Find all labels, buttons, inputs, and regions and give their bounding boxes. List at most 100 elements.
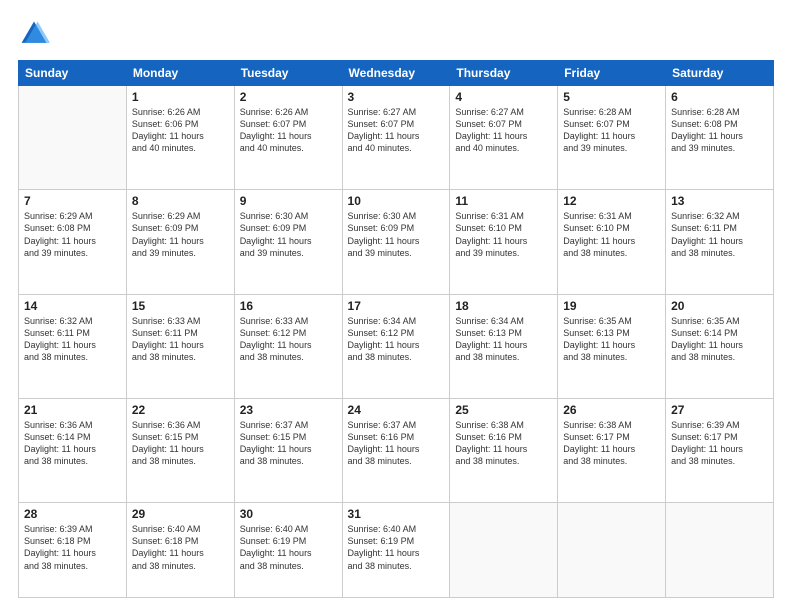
day-number: 17: [348, 299, 445, 313]
calendar-header-tuesday: Tuesday: [234, 61, 342, 86]
calendar-cell: 9 Sunrise: 6:30 AM Sunset: 6:09 PM Daylig…: [234, 190, 342, 294]
day-number: 19: [563, 299, 660, 313]
day-info: Sunrise: 6:27 AM Sunset: 6:07 PM Dayligh…: [455, 106, 552, 155]
day-number: 9: [240, 194, 337, 208]
day-number: 7: [24, 194, 121, 208]
day-number: 14: [24, 299, 121, 313]
day-number: 1: [132, 90, 229, 104]
day-number: 3: [348, 90, 445, 104]
day-number: 22: [132, 403, 229, 417]
day-number: 5: [563, 90, 660, 104]
day-number: 27: [671, 403, 768, 417]
page: SundayMondayTuesdayWednesdayThursdayFrid…: [0, 0, 792, 612]
day-info: Sunrise: 6:39 AM Sunset: 6:17 PM Dayligh…: [671, 419, 768, 468]
calendar-cell: 30 Sunrise: 6:40 AM Sunset: 6:19 PM Dayli…: [234, 503, 342, 598]
calendar-cell: 2 Sunrise: 6:26 AM Sunset: 6:07 PM Daylig…: [234, 86, 342, 190]
day-number: 18: [455, 299, 552, 313]
day-number: 21: [24, 403, 121, 417]
day-number: 25: [455, 403, 552, 417]
calendar-cell: 13 Sunrise: 6:32 AM Sunset: 6:11 PM Dayli…: [666, 190, 774, 294]
calendar-cell: 27 Sunrise: 6:39 AM Sunset: 6:17 PM Dayli…: [666, 398, 774, 502]
calendar-header-row: SundayMondayTuesdayWednesdayThursdayFrid…: [19, 61, 774, 86]
day-number: 28: [24, 507, 121, 521]
calendar-week-5: 28Sunrise: 6:39 AM Sunset: 6:18 PM Dayli…: [19, 503, 774, 598]
calendar-header-thursday: Thursday: [450, 61, 558, 86]
day-info: Sunrise: 6:31 AM Sunset: 6:10 PM Dayligh…: [455, 210, 552, 259]
calendar-week-1: 1 Sunrise: 6:26 AM Sunset: 6:06 PM Daylig…: [19, 86, 774, 190]
day-number: 4: [455, 90, 552, 104]
day-info: Sunrise: 6:30 AM Sunset: 6:09 PM Dayligh…: [240, 210, 337, 259]
day-number: 8: [132, 194, 229, 208]
calendar-cell: 20 Sunrise: 6:35 AM Sunset: 6:14 PM Dayli…: [666, 294, 774, 398]
calendar-cell: [666, 503, 774, 598]
day-info: Sunrise: 6:37 AM Sunset: 6:15 PM Dayligh…: [240, 419, 337, 468]
calendar-header-saturday: Saturday: [666, 61, 774, 86]
day-number: 13: [671, 194, 768, 208]
day-number: 16: [240, 299, 337, 313]
day-number: 30: [240, 507, 337, 521]
calendar-cell: 23 Sunrise: 6:37 AM Sunset: 6:15 PM Dayli…: [234, 398, 342, 502]
day-info: Sunrise: 6:38 AM Sunset: 6:16 PM Dayligh…: [455, 419, 552, 468]
calendar-cell: 8 Sunrise: 6:29 AM Sunset: 6:09 PM Daylig…: [126, 190, 234, 294]
day-info: Sunrise: 6:29 AM Sunset: 6:08 PM Dayligh…: [24, 210, 121, 259]
calendar-cell: 24 Sunrise: 6:37 AM Sunset: 6:16 PM Dayli…: [342, 398, 450, 502]
day-info: Sunrise: 6:36 AM Sunset: 6:14 PM Dayligh…: [24, 419, 121, 468]
day-info: Sunrise: 6:37 AM Sunset: 6:16 PM Dayligh…: [348, 419, 445, 468]
calendar-cell: 11Sunrise: 6:31 AM Sunset: 6:10 PM Dayli…: [450, 190, 558, 294]
calendar-cell: [558, 503, 666, 598]
calendar-header-wednesday: Wednesday: [342, 61, 450, 86]
day-number: 20: [671, 299, 768, 313]
calendar-cell: 4 Sunrise: 6:27 AM Sunset: 6:07 PM Daylig…: [450, 86, 558, 190]
day-number: 15: [132, 299, 229, 313]
day-info: Sunrise: 6:26 AM Sunset: 6:06 PM Dayligh…: [132, 106, 229, 155]
day-info: Sunrise: 6:28 AM Sunset: 6:07 PM Dayligh…: [563, 106, 660, 155]
calendar-cell: 26 Sunrise: 6:38 AM Sunset: 6:17 PM Dayli…: [558, 398, 666, 502]
calendar-cell: 19 Sunrise: 6:35 AM Sunset: 6:13 PM Dayli…: [558, 294, 666, 398]
day-info: Sunrise: 6:40 AM Sunset: 6:18 PM Dayligh…: [132, 523, 229, 572]
day-info: Sunrise: 6:30 AM Sunset: 6:09 PM Dayligh…: [348, 210, 445, 259]
day-number: 2: [240, 90, 337, 104]
calendar-week-4: 21 Sunrise: 6:36 AM Sunset: 6:14 PM Dayli…: [19, 398, 774, 502]
calendar-cell: 28Sunrise: 6:39 AM Sunset: 6:18 PM Dayli…: [19, 503, 127, 598]
calendar-cell: 18 Sunrise: 6:34 AM Sunset: 6:13 PM Dayli…: [450, 294, 558, 398]
day-info: Sunrise: 6:32 AM Sunset: 6:11 PM Dayligh…: [671, 210, 768, 259]
calendar-cell: 10 Sunrise: 6:30 AM Sunset: 6:09 PM Dayli…: [342, 190, 450, 294]
day-number: 24: [348, 403, 445, 417]
day-info: Sunrise: 6:29 AM Sunset: 6:09 PM Dayligh…: [132, 210, 229, 259]
day-info: Sunrise: 6:27 AM Sunset: 6:07 PM Dayligh…: [348, 106, 445, 155]
calendar-cell: 3 Sunrise: 6:27 AM Sunset: 6:07 PM Daylig…: [342, 86, 450, 190]
calendar-cell: 5 Sunrise: 6:28 AM Sunset: 6:07 PM Daylig…: [558, 86, 666, 190]
day-info: Sunrise: 6:26 AM Sunset: 6:07 PM Dayligh…: [240, 106, 337, 155]
day-info: Sunrise: 6:33 AM Sunset: 6:11 PM Dayligh…: [132, 315, 229, 364]
calendar-cell: 22 Sunrise: 6:36 AM Sunset: 6:15 PM Dayli…: [126, 398, 234, 502]
day-info: Sunrise: 6:38 AM Sunset: 6:17 PM Dayligh…: [563, 419, 660, 468]
logo-icon: [18, 18, 50, 50]
day-info: Sunrise: 6:40 AM Sunset: 6:19 PM Dayligh…: [348, 523, 445, 572]
day-info: Sunrise: 6:40 AM Sunset: 6:19 PM Dayligh…: [240, 523, 337, 572]
day-number: 23: [240, 403, 337, 417]
day-number: 6: [671, 90, 768, 104]
day-number: 26: [563, 403, 660, 417]
calendar-cell: [19, 86, 127, 190]
calendar-cell: 29Sunrise: 6:40 AM Sunset: 6:18 PM Dayli…: [126, 503, 234, 598]
calendar-cell: 16Sunrise: 6:33 AM Sunset: 6:12 PM Dayli…: [234, 294, 342, 398]
calendar-cell: 12 Sunrise: 6:31 AM Sunset: 6:10 PM Dayli…: [558, 190, 666, 294]
day-info: Sunrise: 6:35 AM Sunset: 6:13 PM Dayligh…: [563, 315, 660, 364]
day-info: Sunrise: 6:28 AM Sunset: 6:08 PM Dayligh…: [671, 106, 768, 155]
day-number: 10: [348, 194, 445, 208]
calendar-cell: 21 Sunrise: 6:36 AM Sunset: 6:14 PM Dayli…: [19, 398, 127, 502]
day-info: Sunrise: 6:31 AM Sunset: 6:10 PM Dayligh…: [563, 210, 660, 259]
calendar-header-friday: Friday: [558, 61, 666, 86]
calendar-header-monday: Monday: [126, 61, 234, 86]
calendar-cell: 15 Sunrise: 6:33 AM Sunset: 6:11 PM Dayli…: [126, 294, 234, 398]
header: [18, 18, 774, 50]
day-info: Sunrise: 6:36 AM Sunset: 6:15 PM Dayligh…: [132, 419, 229, 468]
calendar-cell: [450, 503, 558, 598]
day-info: Sunrise: 6:34 AM Sunset: 6:13 PM Dayligh…: [455, 315, 552, 364]
logo: [18, 18, 56, 50]
calendar-cell: 14Sunrise: 6:32 AM Sunset: 6:11 PM Dayli…: [19, 294, 127, 398]
day-number: 12: [563, 194, 660, 208]
day-info: Sunrise: 6:35 AM Sunset: 6:14 PM Dayligh…: [671, 315, 768, 364]
calendar-table: SundayMondayTuesdayWednesdayThursdayFrid…: [18, 60, 774, 598]
calendar-header-sunday: Sunday: [19, 61, 127, 86]
